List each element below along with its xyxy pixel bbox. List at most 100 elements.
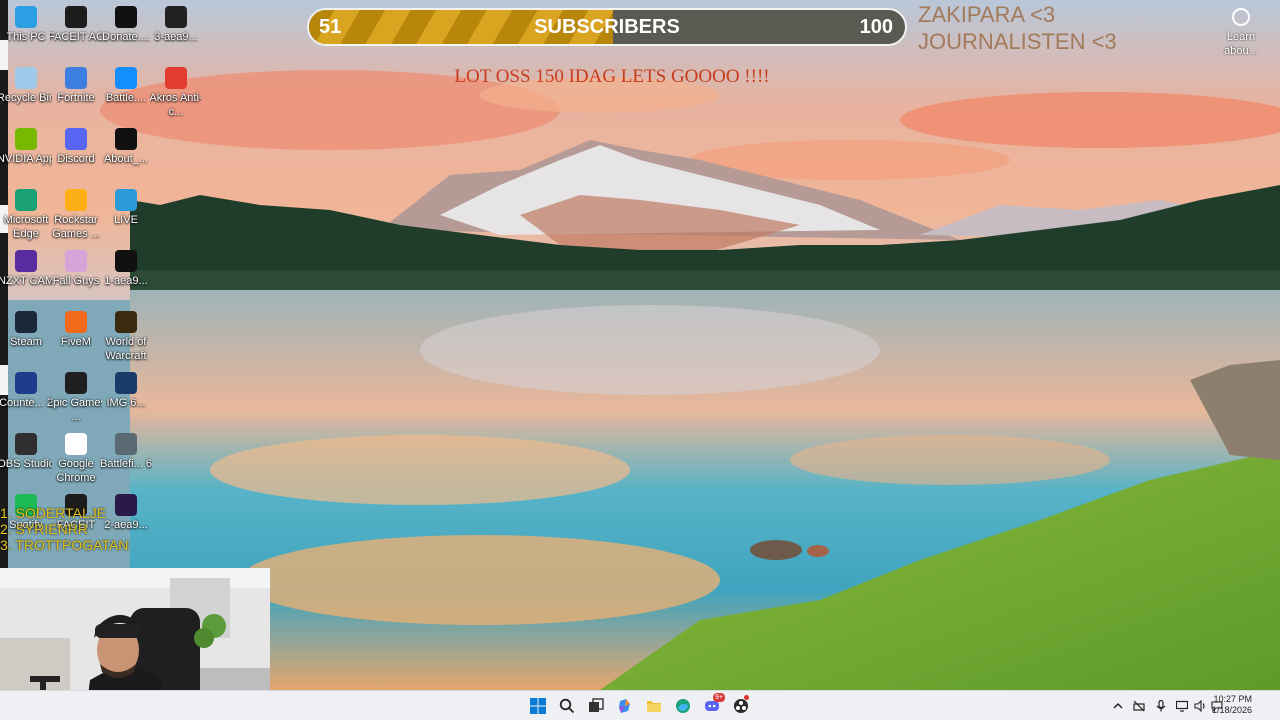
desktop-icon-about[interactable]: About_... [100, 124, 152, 182]
image-file-icon [115, 250, 137, 272]
subscriber-goal-bar: 51 SUBSCRIBERS 100 [307, 8, 907, 46]
desktop-icon-nzxt-cam[interactable]: NZXT CAM [0, 246, 52, 304]
discord-icon [65, 128, 87, 150]
desktop-icon-label: Recycle Bin [0, 92, 52, 104]
desktop-icon-this-pc[interactable]: This PC [0, 2, 52, 60]
image-file-icon [165, 6, 187, 28]
desktop-icon-label: Akros Anti-c... [150, 92, 202, 118]
nvidia-icon [15, 128, 37, 150]
desktop-icon-live[interactable]: LIVE [100, 185, 152, 243]
chevron-up-icon[interactable] [1111, 699, 1125, 713]
microphone-icon[interactable] [1154, 699, 1168, 713]
desktop-icon-wow[interactable]: World of Warcraft [100, 307, 152, 365]
desktop-icon-label: Rockstar Games ... [52, 214, 100, 240]
image-file-icon [115, 372, 137, 394]
fall-guys-icon [65, 250, 87, 272]
desktop-icon-label: FACEIT AC [50, 31, 102, 43]
desktop-icon-label: Counte... 2 [0, 397, 52, 409]
desktop-icon-label: Battle.... [105, 92, 147, 104]
rockstar-icon [65, 189, 87, 211]
desktop-icon-aea9-1[interactable]: 1-aea9... [100, 246, 152, 304]
epic-icon [65, 372, 87, 394]
battlefield-icon [115, 433, 137, 455]
top-list-item: 1. SODERTALJE [0, 505, 107, 521]
nzxt-icon [15, 250, 37, 272]
edge-icon[interactable] [672, 695, 694, 717]
desktop-icon-label: NZXT CAM [0, 275, 52, 287]
taskbar-clock[interactable]: 10:27 PM 1/18/2026 [1212, 694, 1252, 716]
desktop-icon-faceit-ac[interactable]: FACEIT AC [50, 2, 102, 60]
chrome-icon [65, 433, 87, 455]
desktop-icon-label: Discord [57, 153, 95, 165]
display-icon[interactable] [1175, 699, 1189, 713]
learn-about-label: Learn abou... [1224, 31, 1258, 57]
desktop-icon-img6[interactable]: IMG 6... [100, 368, 152, 426]
file-explorer-icon[interactable] [643, 695, 665, 717]
subscriber-goal-count: 100 [859, 16, 893, 38]
edge-icon [15, 189, 37, 211]
desktop-icon-counter-strike[interactable]: Counte... 2 [0, 368, 52, 426]
wow-icon [115, 311, 137, 333]
desktop-icon-label: Steam [10, 336, 42, 348]
top-list-item: 2. SYRIENRR [0, 521, 88, 537]
desktop-icon-label: Donate.... [102, 31, 150, 43]
desktop-icon-battlefield[interactable]: Battlefi... 6 [100, 429, 152, 487]
desktop-icon-label: Microsoft Edge [3, 214, 49, 240]
about-image-icon [115, 128, 137, 150]
desktop-icon-edge[interactable]: Microsoft Edge [0, 185, 52, 243]
desktop-icon-chrome[interactable]: Google Chrome [50, 429, 102, 487]
desktop-icon-donate[interactable]: Donate.... [100, 2, 152, 60]
learn-about-picture-icon[interactable]: Learn abou... [1216, 6, 1266, 58]
subscriber-label: SUBSCRIBERS [534, 16, 680, 38]
desktop-icon-epic[interactable]: Epic Games ... [50, 368, 102, 426]
taskbar: 9+ 10:27 PM 1/18/2026 [0, 690, 1280, 720]
clock-date: 1/18/2026 [1211, 705, 1252, 715]
desktop-icon-fall-guys[interactable]: Fall Guys [50, 246, 102, 304]
network-off-icon[interactable] [1132, 699, 1146, 713]
discord-icon[interactable]: 9+ [701, 693, 725, 717]
cs2-icon [15, 372, 37, 394]
desktop-icon-fivem[interactable]: FiveM [50, 307, 102, 365]
clock-time: 10:27 PM [1213, 694, 1252, 704]
windows-start-icon[interactable] [527, 695, 549, 717]
desktop-icon-rockstar[interactable]: Rockstar Games ... [50, 185, 102, 243]
desktop-icon-label: IMG 6... [106, 397, 146, 409]
desktop-icon-label: Battlefi... 6 [100, 458, 152, 470]
faceit-shield-icon [65, 6, 87, 28]
top-list-overlay: 1. SODERTALJE 2. SYRIENRR 3. TROTTPOGATA… [0, 505, 128, 553]
search-icon[interactable] [556, 695, 578, 717]
stream-banner-text: LOT OSS 150 IDAG LETS GOOOO !!!! [454, 66, 770, 87]
fivem-icon [65, 311, 87, 333]
top-list-item: 3. TROTTPOGATAN [0, 537, 129, 553]
shoutout-1: ZAKIPARA <3 [918, 2, 1056, 27]
camera-icon [1232, 8, 1250, 26]
desktop-icon-label: This PC [6, 31, 46, 43]
desktop-icon-label: Google Chrome [56, 458, 96, 484]
desktop-icon-label: FiveM [61, 336, 91, 348]
desktop-icon-label: World of Warcraft [105, 336, 147, 362]
obs-icon [15, 433, 37, 455]
edge-shortcut-icon [115, 189, 137, 211]
desktop-icon-discord[interactable]: Discord [50, 124, 102, 182]
shoutout-2: JOURNALISTEN <3 [918, 29, 1117, 54]
copilot-icon[interactable] [614, 695, 636, 717]
desktop-icon-label: LIVE [114, 214, 138, 226]
desktop-icon-label: 1-aea9... [104, 275, 148, 287]
desktop-icon-aea9-3[interactable]: 3-aea9... [150, 2, 202, 60]
steam-icon [15, 311, 37, 333]
task-view-icon[interactable] [585, 695, 607, 717]
desktop-icon-label: OBS Studio [0, 458, 52, 470]
desktop-icon-nvidia-app[interactable]: NVIDIA App [0, 124, 52, 182]
desktop-icon-label: Fall Guys [52, 275, 100, 287]
desktop-icon-steam[interactable]: Steam [0, 307, 52, 365]
monitor-icon [15, 6, 37, 28]
obs-icon[interactable] [730, 695, 752, 717]
recording-indicator-icon [744, 695, 749, 700]
desktop-icon-label: 3-aea9... [154, 31, 198, 43]
desktop-icon-label: Fortnite [57, 92, 95, 104]
desktop-icon-label: NVIDIA App [0, 153, 52, 165]
discord-notification-badge: 9+ [713, 693, 725, 702]
speaker-icon[interactable] [1193, 699, 1207, 713]
desktop-icon-obs[interactable]: OBS Studio [0, 429, 52, 487]
donate-image-icon [115, 6, 137, 28]
